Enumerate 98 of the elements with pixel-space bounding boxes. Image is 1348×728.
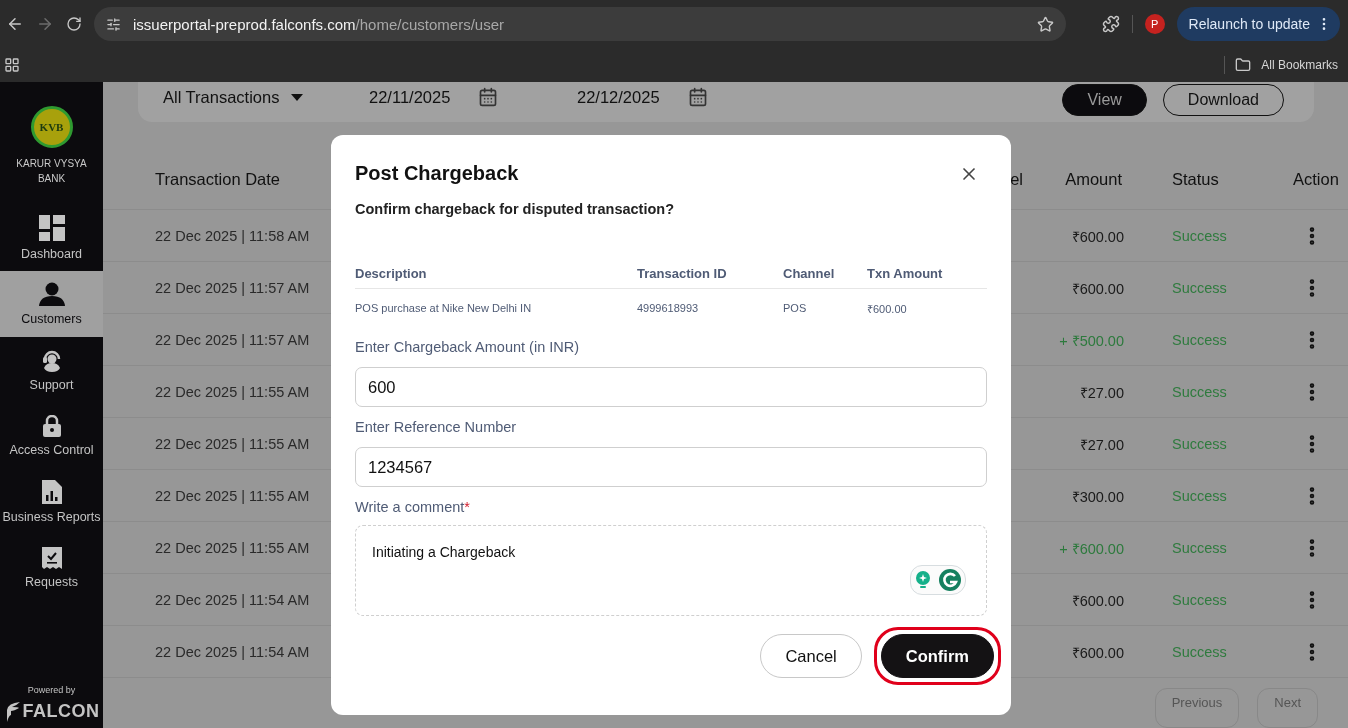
extensions-icon[interactable] <box>1101 15 1120 33</box>
headset-icon <box>41 348 62 372</box>
sidebar-item[interactable]: Requests <box>0 535 103 601</box>
status-cell-text: Success <box>1171 591 1227 608</box>
caret-icon <box>291 94 304 101</box>
column-header: Transaction Date <box>155 170 281 189</box>
dialog-button[interactable]: Cancel <box>760 634 862 678</box>
bank-name: KARUR VYSYA BANK <box>15 157 88 186</box>
sidebar-item[interactable]: Access Control <box>0 403 103 469</box>
calendar-icon[interactable] <box>478 87 499 107</box>
sidebar-label: Requests <box>25 575 78 589</box>
sidebar-label: Customers <box>21 312 82 326</box>
receipt-check-icon <box>41 547 62 569</box>
status-cell-text: Success <box>1171 435 1227 452</box>
lightbulb-icon <box>915 570 931 590</box>
filter-button[interactable]: View <box>1062 84 1147 116</box>
sidebar-label: Support <box>29 378 74 392</box>
dialog-subtitle: Confirm chargeback for disputed transaction? <box>355 201 676 217</box>
sidebar-label: Business Reports <box>2 510 101 524</box>
amount-cell-text: ₹600.00 <box>1071 227 1124 246</box>
amount-cell-text: ₹600.00 <box>1071 643 1124 662</box>
folder-icon[interactable] <box>1235 57 1252 73</box>
comment-field[interactable]: Initiating a Chargeback <box>355 525 987 616</box>
detail-cell-text: POS <box>783 302 808 314</box>
back-icon[interactable] <box>6 15 24 33</box>
detail-header: Transaction ID <box>637 266 728 281</box>
required-mark: * <box>464 499 470 515</box>
detail-cell-text: ₹600.00 <box>867 301 908 316</box>
sidebar-label: Access Control <box>9 443 94 457</box>
sidebar-item[interactable]: Support <box>0 337 103 403</box>
user-icon <box>38 282 65 306</box>
column-header: Action <box>1293 170 1339 189</box>
date-cell: 22 Dec 2025 | 11:55 AM <box>155 487 310 504</box>
column-header: el <box>1010 170 1024 189</box>
status-cell-text: Success <box>1171 539 1227 556</box>
sidebar-item[interactable]: Dashboard <box>0 205 103 271</box>
report-icon <box>41 480 62 504</box>
profile-avatar[interactable]: P <box>1144 14 1165 34</box>
date-cell: 22 Dec 2025 | 11:58 AM <box>155 227 310 244</box>
reload-icon[interactable] <box>66 16 82 32</box>
input-field[interactable]: 1234567 <box>355 447 987 487</box>
status-cell-text: Success <box>1171 643 1227 660</box>
detail-header: Description <box>355 266 428 281</box>
to-date-field[interactable]: 22/12/2025 <box>577 84 785 107</box>
bank-logo: KVB <box>30 106 73 148</box>
field-label: Enter Chargeback Amount (in INR) <box>355 339 581 355</box>
url-host: issuerportal-preprod.falconfs.com <box>133 15 356 33</box>
sidebar-item[interactable]: Business Reports <box>0 469 103 535</box>
brand-name: FALCON <box>22 701 100 722</box>
writing-assistant-widget[interactable] <box>910 565 966 595</box>
amount-cell-text: ₹27.00 <box>1079 383 1124 402</box>
status-cell-text: Success <box>1171 487 1227 504</box>
column-header: Amount <box>1065 170 1123 189</box>
detail-header: Txn Amount <box>867 266 944 281</box>
powered-by-label: Powered by <box>27 685 76 695</box>
detail-cell-text: 4999618993 <box>637 302 700 314</box>
g-logo-icon <box>939 569 961 591</box>
date-cell: 22 Dec 2025 | 11:55 AM <box>155 435 310 452</box>
date-cell: 22 Dec 2025 | 11:57 AM <box>155 279 310 296</box>
bookmark-star-icon[interactable] <box>1037 15 1054 33</box>
relaunch-button[interactable]: Relaunch to update <box>1176 7 1340 41</box>
column-header: Status <box>1171 170 1219 189</box>
lock-icon <box>42 415 61 437</box>
date-cell: 22 Dec 2025 | 11:54 AM <box>155 643 310 660</box>
date-cell: 22 Dec 2025 | 11:55 AM <box>155 383 310 400</box>
date-cell: 22 Dec 2025 | 11:57 AM <box>155 331 310 348</box>
sidebar-item[interactable]: Customers <box>0 271 103 337</box>
apps-icon[interactable] <box>4 57 20 73</box>
dashboard-icon <box>38 215 65 241</box>
address-bar[interactable]: issuerportal-preprod.falconfs.com/home/customers/user <box>94 7 1066 41</box>
site-settings-icon[interactable] <box>106 16 121 32</box>
field-label: Write a comment <box>355 499 465 515</box>
status-cell-text: Success <box>1171 279 1227 296</box>
amount-cell-text: ₹600.00 <box>1071 279 1124 298</box>
from-date-field[interactable]: 22/11/2025 <box>369 84 577 107</box>
detail-cell-text: POS purchase at Nike New Delhi IN <box>355 302 533 314</box>
amount-cell-text: ₹600.00 <box>1071 591 1124 610</box>
url-path: /home/customers/user <box>355 15 504 33</box>
amount-cell-text: + ₹600.00 <box>1059 539 1124 558</box>
transaction-type-select[interactable]: All Transactions <box>163 84 369 107</box>
input-field[interactable]: 600 <box>355 367 987 407</box>
field-label: Enter Reference Number <box>355 419 518 435</box>
forward-icon[interactable] <box>36 15 54 33</box>
bookmarks-label[interactable]: All Bookmarks <box>1261 58 1338 72</box>
detail-header: Channel <box>783 266 836 281</box>
amount-cell-text: ₹27.00 <box>1079 435 1124 454</box>
dialog-button[interactable]: Confirm <box>880 634 994 678</box>
date-cell: 22 Dec 2025 | 11:54 AM <box>155 591 310 608</box>
amount-cell-text: + ₹500.00 <box>1059 331 1124 350</box>
date-cell: 22 Dec 2025 | 11:55 AM <box>155 539 310 556</box>
dialog-title: Post Chargeback <box>355 162 519 185</box>
status-cell-text: Success <box>1171 227 1227 244</box>
comment-text: Initiating a Chargeback <box>372 544 517 560</box>
calendar-icon[interactable] <box>687 87 708 107</box>
status-cell-text: Success <box>1171 383 1227 400</box>
sidebar-label: Dashboard <box>20 247 83 261</box>
status-cell-text: Success <box>1171 331 1227 348</box>
amount-cell-text: ₹300.00 <box>1071 487 1124 506</box>
